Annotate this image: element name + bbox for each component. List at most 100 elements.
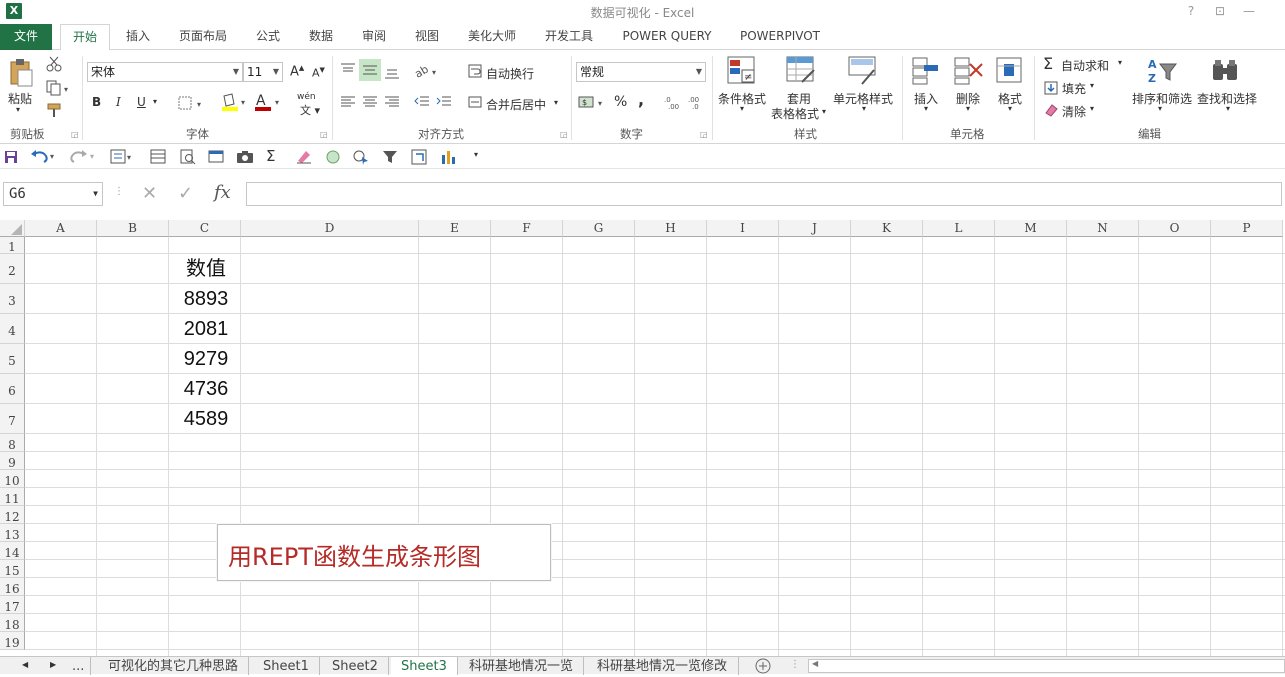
column-header-g[interactable]: G [563, 220, 635, 237]
undo-icon[interactable]: ▾ [30, 148, 58, 167]
insert-cells-icon[interactable] [912, 56, 940, 89]
find-dropdown-icon[interactable]: ▾ [1226, 104, 1230, 113]
conditional-format-dropdown-icon[interactable]: ▾ [740, 104, 744, 113]
row-header-3[interactable]: 3 [0, 284, 25, 314]
number-format-combobox[interactable]: 常规 ▼ [576, 62, 706, 82]
decrease-decimal-icon[interactable]: .00.0 [688, 94, 706, 113]
ribbon-display-options-button[interactable]: ⊡ [1211, 4, 1229, 18]
add-sheet-icon[interactable] [755, 658, 771, 677]
sum-icon[interactable]: Σ [266, 147, 275, 165]
column-header-b[interactable]: B [97, 220, 169, 237]
border-icon[interactable]: ▾ [178, 96, 206, 113]
conditional-format-icon[interactable]: ≠ [727, 56, 757, 89]
format-as-table-button[interactable]: 表格格式 [771, 105, 819, 122]
merge-dropdown-icon[interactable]: ▾ [554, 98, 558, 107]
tab-formulas[interactable]: 公式 [248, 24, 288, 50]
circle-icon[interactable] [325, 149, 341, 168]
row-header-13[interactable]: 13 [0, 524, 25, 542]
tab-insert[interactable]: 插入 [118, 24, 158, 50]
wrap-text-button[interactable]: 自动换行 [486, 65, 534, 82]
column-header-d[interactable]: D [241, 220, 419, 237]
find-select-icon[interactable] [1210, 56, 1242, 89]
cell-c5[interactable]: 9279 [170, 345, 242, 374]
format-cells-icon[interactable] [996, 56, 1024, 89]
minimize-button[interactable]: — [1240, 4, 1258, 18]
enter-icon[interactable]: ✓ [178, 183, 193, 204]
tab-page-layout[interactable]: 页面布局 [172, 24, 234, 50]
form-icon[interactable] [150, 149, 166, 168]
sheet-tab-sheet1[interactable]: Sheet1 [253, 657, 320, 675]
italic-button[interactable]: I [116, 95, 121, 109]
increase-font-button[interactable]: A▲ [290, 64, 304, 79]
help-button[interactable]: ? [1182, 4, 1200, 18]
sheet-tab-more[interactable]: ... [66, 657, 92, 675]
pivot-icon[interactable]: ▾ [110, 149, 134, 168]
orientation-icon[interactable]: ab ▾ [412, 63, 440, 81]
column-header-h[interactable]: H [635, 220, 707, 237]
decrease-indent-icon[interactable] [414, 96, 430, 111]
scroll-right-icon[interactable]: ▶ [50, 660, 56, 669]
comma-button[interactable]: , [638, 90, 644, 109]
sheet-tab-sheet3[interactable]: Sheet3 [391, 657, 458, 675]
font-name-combobox[interactable]: 宋体 ▼ [87, 62, 243, 82]
wrap-text-icon[interactable] [468, 64, 482, 81]
font-launcher-icon[interactable]: ◲ [320, 130, 328, 139]
redo-icon[interactable]: ▾ [70, 148, 98, 167]
column-header-f[interactable]: F [491, 220, 563, 237]
sort-dropdown-icon[interactable]: ▾ [1158, 104, 1162, 113]
row-header-6[interactable]: 6 [0, 374, 25, 404]
row-header-2[interactable]: 2 [0, 254, 25, 284]
font-color-icon[interactable]: A ▾ [254, 92, 282, 115]
row-header-4[interactable]: 4 [0, 314, 25, 344]
tab-power-query[interactable]: POWER QUERY [614, 24, 720, 50]
delete-dropdown-icon[interactable]: ▾ [966, 104, 970, 113]
merge-center-button[interactable]: 合并后居中 [486, 96, 546, 113]
row-header-9[interactable]: 9 [0, 452, 25, 470]
underline-dropdown-icon[interactable]: ▾ [153, 97, 157, 106]
sheet-tab-visual-ideas[interactable]: 可视化的其它几种思路 [98, 657, 250, 675]
tab-review[interactable]: 审阅 [354, 24, 394, 50]
cell-styles-dropdown-icon[interactable]: ▾ [862, 104, 866, 113]
row-header-19[interactable]: 19 [0, 632, 25, 650]
align-right-icon[interactable] [384, 96, 400, 111]
tab-file[interactable]: 文件 [0, 24, 52, 50]
row-header-14[interactable]: 14 [0, 542, 25, 560]
row-header-11[interactable]: 11 [0, 488, 25, 506]
row-header-7[interactable]: 7 [0, 404, 25, 434]
sheet-tab-research-bases-modified[interactable]: 科研基地情况一览修改 [587, 657, 739, 675]
format-dropdown-icon[interactable]: ▾ [1008, 104, 1012, 113]
column-header-o[interactable]: O [1139, 220, 1211, 237]
paste-dropdown-icon[interactable]: ▾ [16, 105, 20, 114]
sheet-tab-sheet2[interactable]: Sheet2 [322, 657, 389, 675]
accounting-format-icon[interactable]: $ ▾ [578, 94, 608, 113]
tab-developer[interactable]: 开发工具 [538, 24, 600, 50]
paste-icon[interactable] [8, 58, 34, 88]
autosum-dropdown-icon[interactable]: ▾ [1118, 58, 1122, 67]
horizontal-scrollbar[interactable]: ◀ [808, 659, 1285, 673]
worksheet-grid[interactable]: ABCDEFGHIJKLMNOP 1 2 3 4 5 6 7 8 9 10 11 12 13 14 15 16… [0, 220, 1285, 656]
tab-home[interactable]: 开始 [60, 24, 110, 51]
clear-button[interactable]: 清除 [1062, 103, 1086, 120]
phonetic-button[interactable]: wén [297, 92, 316, 102]
font-size-combobox[interactable]: 11 ▼ [243, 62, 283, 82]
sigma-icon[interactable]: Σ [1043, 54, 1053, 73]
sheet-tab-research-bases[interactable]: 科研基地情况一览 [459, 657, 585, 675]
format-as-table-icon[interactable] [786, 56, 816, 89]
camera-icon[interactable] [236, 149, 254, 168]
fill-dropdown-icon[interactable]: ▾ [1090, 81, 1094, 90]
clear-dropdown-icon[interactable]: ▾ [1090, 104, 1094, 113]
column-header-m[interactable]: M [995, 220, 1067, 237]
column-header-i[interactable]: I [707, 220, 779, 237]
tab-beautify[interactable]: 美化大师 [460, 24, 524, 50]
format-painter-icon[interactable] [46, 102, 62, 121]
decrease-font-button[interactable]: A▼ [312, 66, 325, 80]
row-header-10[interactable]: 10 [0, 470, 25, 488]
column-header-c[interactable]: C [169, 220, 241, 237]
increase-decimal-icon[interactable]: .0.00 [664, 94, 682, 113]
insert-dropdown-icon[interactable]: ▾ [924, 104, 928, 113]
row-header-16[interactable]: 16 [0, 578, 25, 596]
fill-color-icon[interactable]: ▾ [220, 92, 248, 115]
column-header-a[interactable]: A [25, 220, 97, 237]
cell-styles-icon[interactable] [848, 56, 878, 89]
clipboard-launcher-icon[interactable]: ◲ [71, 130, 79, 139]
